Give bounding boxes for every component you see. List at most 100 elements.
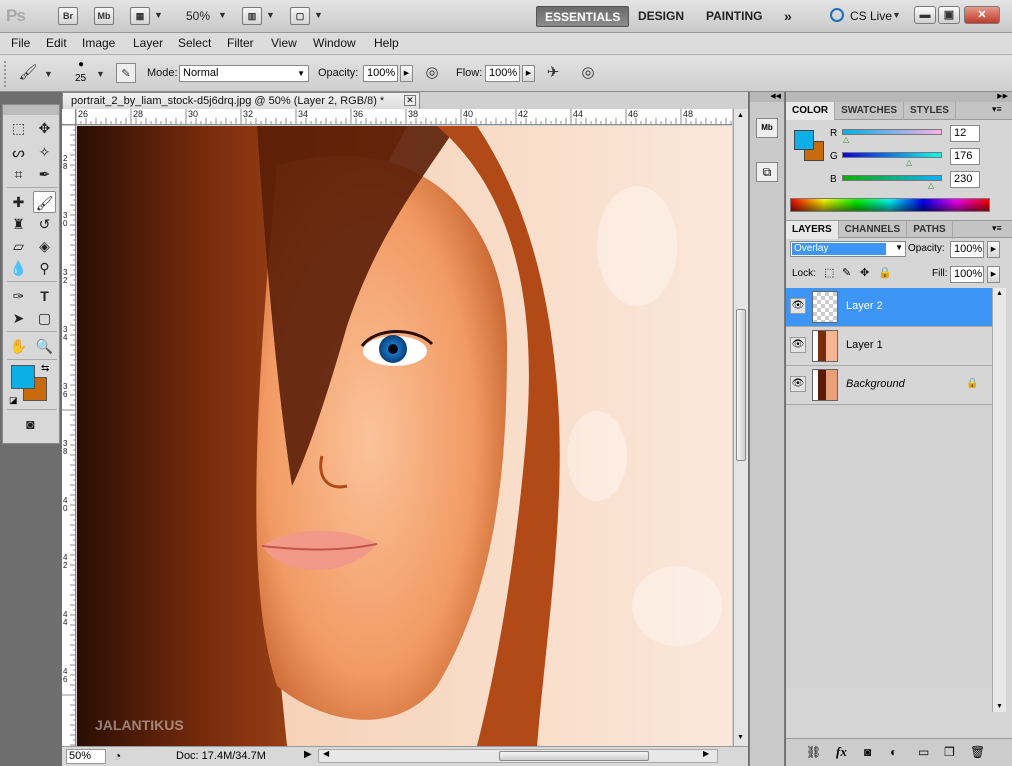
brush-size-value[interactable]: 25	[75, 73, 86, 84]
more-workspaces-button[interactable]: »	[776, 6, 800, 27]
close-button[interactable]: ✕	[964, 6, 1000, 24]
scroll-thumb[interactable]	[736, 309, 746, 461]
color-panel-foreground-swatch[interactable]	[794, 130, 814, 150]
foreground-color-swatch[interactable]	[11, 365, 35, 389]
b-slider-handle[interactable]: △	[928, 181, 934, 190]
lasso-tool-icon[interactable]: ᔕ	[7, 141, 30, 163]
horizontal-scrollbar[interactable]: ◀ ▶	[318, 749, 718, 763]
b-slider[interactable]	[842, 175, 942, 181]
menu-window[interactable]: Window	[313, 36, 356, 50]
r-slider[interactable]	[842, 129, 942, 135]
tab-layers[interactable]: LAYERS	[786, 221, 839, 239]
tab-color[interactable]: COLOR	[786, 102, 836, 120]
pressure-opacity-icon[interactable]: ◎	[422, 63, 442, 83]
mini-bridge-button[interactable]: Mb	[94, 7, 114, 25]
horizontal-ruler[interactable]: 26 28 30 32 34 36 38 40 42 44 46 48	[76, 109, 732, 125]
fill-slider-button[interactable]: ▶	[987, 266, 1000, 283]
chevron-down-icon[interactable]: ▼	[266, 10, 275, 20]
clone-stamp-tool-icon[interactable]: ♜	[7, 213, 30, 235]
color-ramp[interactable]	[790, 198, 990, 212]
status-info-icon[interactable]: ◔	[114, 749, 121, 763]
scroll-right-icon[interactable]: ▶	[703, 749, 709, 758]
lock-all-icon[interactable]: 🔒	[878, 266, 892, 279]
arrange-documents-icon[interactable]: ▥	[242, 7, 262, 25]
fx-icon[interactable]: fx	[836, 744, 847, 760]
fill-input[interactable]: 100%	[950, 266, 984, 283]
shape-tool-icon[interactable]: ▢	[33, 307, 56, 329]
scroll-left-icon[interactable]: ◀	[323, 749, 329, 758]
lock-position-icon[interactable]: ✥	[860, 266, 869, 279]
adjustment-icon[interactable]: ◐	[890, 745, 897, 759]
chevron-down-icon[interactable]: ▼	[154, 10, 163, 20]
blend-mode-select[interactable]: Overlay ▼	[790, 241, 906, 257]
vertical-scrollbar[interactable]: ▲ ▼	[733, 109, 748, 746]
eye-icon[interactable]: 👁	[790, 298, 806, 314]
pressure-size-icon[interactable]: ◎	[578, 63, 598, 83]
status-zoom-input[interactable]: 50%	[66, 749, 106, 764]
bridge-button[interactable]: Br	[58, 7, 78, 25]
eye-icon[interactable]: 👁	[790, 376, 806, 392]
brush-tool-icon[interactable]: 🖌	[33, 191, 56, 213]
zoom-tool-icon[interactable]: 🔍	[33, 335, 56, 357]
r-slider-handle[interactable]: △	[843, 135, 849, 144]
collapse-dock-icon[interactable]: ◀◀	[750, 92, 784, 102]
trash-icon[interactable]: 🗑	[970, 745, 985, 759]
menu-edit[interactable]: Edit	[46, 36, 67, 50]
b-value-input[interactable]: 230	[950, 171, 980, 188]
layer-row-layer-2[interactable]: 👁 Layer 2	[786, 288, 992, 327]
group-icon[interactable]: ▭	[918, 745, 929, 759]
scroll-up-icon[interactable]: ▲	[737, 112, 744, 119]
paint-bucket-tool-icon[interactable]: ◈	[33, 235, 56, 257]
zoom-level[interactable]: 50%	[186, 9, 210, 23]
opacity-input[interactable]: 100%	[363, 65, 398, 82]
toolbox-header[interactable]	[3, 105, 59, 115]
panel-menu-icon[interactable]: ▾≡	[992, 223, 1002, 234]
g-slider-handle[interactable]: △	[906, 158, 912, 167]
history-panel-icon[interactable]: ⧉	[756, 162, 778, 182]
healing-brush-tool-icon[interactable]: ✚	[7, 191, 30, 213]
cs-live-button[interactable]: CS Live	[850, 9, 892, 23]
layer-name[interactable]: Background	[846, 378, 905, 390]
blur-tool-icon[interactable]: 💧	[7, 257, 30, 279]
layer-opacity-slider-button[interactable]: ▶	[987, 241, 1000, 258]
menu-image[interactable]: Image	[82, 36, 115, 50]
history-brush-tool-icon[interactable]: ↺	[33, 213, 56, 235]
chevron-down-icon[interactable]: ▼	[96, 69, 105, 79]
scroll-up-icon[interactable]: ▲	[996, 290, 1003, 297]
tab-swatches[interactable]: SWATCHES	[835, 102, 905, 120]
airbrush-icon[interactable]: ✈	[543, 63, 563, 83]
g-slider[interactable]	[842, 152, 942, 158]
type-tool-icon[interactable]: T	[33, 285, 56, 307]
horizontal-scroll-thumb[interactable]	[499, 751, 649, 761]
options-grip[interactable]	[4, 61, 8, 87]
mask-icon[interactable]: ◙	[864, 745, 871, 759]
opacity-slider-button[interactable]: ▶	[400, 65, 413, 82]
default-colors-icon[interactable]: ◪	[9, 395, 18, 406]
menu-help[interactable]: Help	[374, 36, 399, 50]
lock-transparency-icon[interactable]: ⬚	[824, 266, 834, 279]
eyedropper-tool-icon[interactable]: ✒	[33, 163, 56, 185]
menu-view[interactable]: View	[271, 36, 297, 50]
quick-mask-icon[interactable]: ◙	[19, 413, 42, 435]
workspace-essentials[interactable]: ESSENTIALS	[536, 6, 630, 27]
pen-tool-icon[interactable]: ✑	[7, 285, 30, 307]
status-menu-icon[interactable]: ▶	[304, 749, 312, 760]
dodge-tool-icon[interactable]: ⚲	[33, 257, 56, 279]
lock-image-icon[interactable]: ✎	[842, 266, 851, 279]
ruler-origin[interactable]	[62, 109, 76, 125]
brush-tool-icon[interactable]: 🖌	[18, 63, 38, 83]
tab-paths[interactable]: PATHS	[907, 221, 953, 239]
scroll-down-icon[interactable]: ▼	[996, 703, 1003, 710]
image-canvas[interactable]: JALANTIKUS	[77, 126, 732, 746]
chevron-down-icon[interactable]: ▼	[892, 10, 901, 20]
screen-mode-icon[interactable]: ▢	[290, 7, 310, 25]
workspace-painting[interactable]: PAINTING	[698, 6, 770, 27]
eraser-tool-icon[interactable]: ▱	[7, 235, 30, 257]
layers-scrollbar[interactable]: ▲ ▼	[992, 288, 1006, 712]
g-value-input[interactable]: 176	[950, 148, 980, 165]
close-document-icon[interactable]: ✕	[404, 95, 416, 106]
chevron-down-icon[interactable]: ▼	[44, 69, 53, 79]
new-layer-icon[interactable]: ❐	[944, 745, 955, 759]
tab-channels[interactable]: CHANNELS	[839, 221, 908, 239]
swap-colors-icon[interactable]: ⇆	[41, 363, 49, 374]
